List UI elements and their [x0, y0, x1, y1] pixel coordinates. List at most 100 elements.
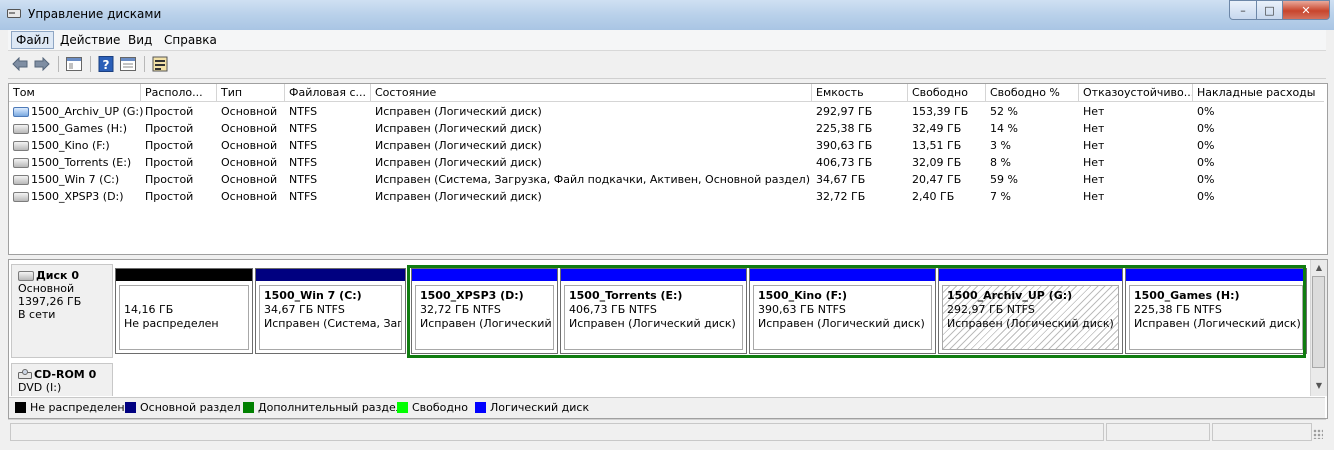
menu-file[interactable]: Файл	[11, 31, 55, 49]
status-pane-secondary	[1106, 423, 1210, 441]
column-header-filesystem[interactable]: Файловая с...	[285, 84, 371, 102]
column-header-fault-tolerance[interactable]: Отказоустойчиво...	[1079, 84, 1193, 102]
volume-icon	[13, 107, 29, 117]
volume-fault-tolerance: Нет	[1083, 156, 1105, 169]
help-icon[interactable]: ?	[96, 55, 116, 73]
table-row[interactable]: 1500_Win 7 (C:) Простой Основной NTFS Исправ…	[9, 171, 1325, 188]
table-row[interactable]: 1500_Torrents (E:) Простой Основной NTFS Исп…	[9, 154, 1325, 171]
volume-overhead: 0%	[1197, 105, 1215, 118]
volume-name: 1500_XPSP3 (D:)	[13, 188, 124, 205]
disk0-name: Диск 0	[36, 269, 79, 282]
scroll-down-arrow-icon[interactable]: ▼	[1313, 381, 1325, 393]
legend-label: Не распределен	[30, 401, 125, 414]
volume-type: Основной	[221, 139, 278, 152]
table-row[interactable]: 1500_Kino (F:) Простой Основной NTFS Исправе…	[9, 137, 1325, 154]
column-header-free-percent[interactable]: Свободно %	[986, 84, 1079, 102]
column-header-volume[interactable]: Том	[9, 84, 141, 102]
disk0-label[interactable]: Диск 0 Основной 1397,26 ГБ В сети	[11, 264, 113, 358]
table-row[interactable]: 1500_Archiv_UP (G:) Простой Основной NTFS Ис…	[9, 103, 1325, 120]
legend-swatch	[243, 402, 254, 413]
table-row[interactable]: 1500_Games (H:) Простой Основной NTFS Исправ…	[9, 120, 1325, 137]
resize-grip[interactable]	[1313, 429, 1323, 439]
volume-free: 153,39 ГБ	[912, 105, 969, 118]
volume-filesystem: NTFS	[289, 105, 318, 118]
graphical-view-scrollbar[interactable]: ▲ ▼	[1310, 260, 1327, 396]
toolbar-separator	[90, 56, 91, 72]
volume-icon	[13, 192, 29, 202]
volume-overhead: 0%	[1197, 190, 1215, 203]
menu-action[interactable]: Действие	[56, 32, 124, 48]
partition-body: 14,16 ГБ Не распределен	[119, 285, 249, 350]
legend-item: Дополнительный раздел	[243, 401, 403, 414]
partition-name: 1500_Win 7 (C:)	[264, 289, 362, 302]
volume-filesystem: NTFS	[289, 122, 318, 135]
column-header-layout[interactable]: Располо...	[141, 84, 217, 102]
volume-icon	[13, 141, 29, 151]
column-header-status[interactable]: Состояние	[371, 84, 812, 102]
disk0-size: 1397,26 ГБ	[18, 295, 82, 308]
partition-c[interactable]: 1500_Win 7 (C:) 34,67 ГБ NTFS Исправен (Си…	[255, 268, 406, 354]
volume-name: 1500_Win 7 (C:)	[13, 171, 119, 188]
volume-free-percent: 52 %	[990, 105, 1018, 118]
column-header-free[interactable]: Свободно	[908, 84, 986, 102]
table-row[interactable]: 1500_XPSP3 (D:) Простой Основной NTFS Исправ…	[9, 188, 1325, 205]
volume-type: Основной	[221, 173, 278, 186]
menu-bar: Файл Действие Вид Справка	[8, 30, 1326, 51]
forward-arrow-icon[interactable]	[32, 55, 52, 73]
status-bar	[8, 419, 1326, 442]
volume-filesystem: NTFS	[289, 173, 318, 186]
cdrom0-label[interactable]: CD-ROM 0 DVD (I:)	[11, 363, 113, 396]
volume-status: Исправен (Система, Загрузка, Файл подкач…	[375, 173, 810, 186]
partition-size: 34,67 ГБ NTFS	[264, 303, 345, 316]
volume-layout: Простой	[145, 122, 194, 135]
volume-capacity: 32,72 ГБ	[816, 190, 866, 203]
minimize-button[interactable]: –	[1229, 0, 1257, 20]
partition-size: 14,16 ГБ	[124, 303, 174, 316]
volume-free-percent: 8 %	[990, 156, 1011, 169]
partition-color-strip	[116, 269, 252, 281]
volume-status: Исправен (Логический диск)	[375, 190, 542, 203]
close-button[interactable]: ✕	[1283, 0, 1330, 20]
maximize-button[interactable]: □	[1257, 0, 1283, 20]
legend-item: Основной раздел	[125, 401, 241, 414]
volume-status: Исправен (Логический диск)	[375, 156, 542, 169]
volume-name-text: 1500_Torrents (E:)	[31, 156, 132, 169]
menu-view[interactable]: Вид	[124, 32, 156, 48]
volume-layout: Простой	[145, 139, 194, 152]
volume-capacity: 34,67 ГБ	[816, 173, 866, 186]
properties-icon[interactable]	[118, 55, 138, 73]
volume-status: Исправен (Логический диск)	[375, 122, 542, 135]
partition-unallocated[interactable]: 14,16 ГБ Не распределен	[115, 268, 253, 354]
scroll-thumb[interactable]	[1312, 276, 1325, 368]
column-header-overhead[interactable]: Накладные расходы	[1193, 84, 1324, 102]
volume-layout: Простой	[145, 156, 194, 169]
show-hide-tree-icon[interactable]	[64, 55, 84, 73]
scroll-up-arrow-icon[interactable]: ▲	[1313, 263, 1325, 275]
volume-icon	[13, 158, 29, 168]
volume-fault-tolerance: Нет	[1083, 105, 1105, 118]
volume-status: Исправен (Логический диск)	[375, 105, 542, 118]
volume-filesystem: NTFS	[289, 190, 318, 203]
volume-filesystem: NTFS	[289, 156, 318, 169]
menu-help[interactable]: Справка	[160, 32, 221, 48]
legend-item: Не распределен	[15, 401, 125, 414]
volume-free: 20,47 ГБ	[912, 173, 962, 186]
back-arrow-icon[interactable]	[10, 55, 30, 73]
column-header-type[interactable]: Тип	[217, 84, 285, 102]
volume-capacity: 292,97 ГБ	[816, 105, 873, 118]
volume-capacity: 406,73 ГБ	[816, 156, 873, 169]
legend-swatch	[475, 402, 486, 413]
volume-layout: Простой	[145, 173, 194, 186]
legend-swatch	[397, 402, 408, 413]
volume-name: 1500_Archiv_UP (G:)	[13, 103, 143, 120]
volume-fault-tolerance: Нет	[1083, 139, 1105, 152]
rescan-disks-icon[interactable]	[150, 55, 170, 73]
hard-disk-icon	[18, 270, 34, 281]
cd-rom-icon	[18, 368, 32, 379]
volume-type: Основной	[221, 190, 278, 203]
column-header-capacity[interactable]: Емкость	[812, 84, 908, 102]
volume-status: Исправен (Логический диск)	[375, 139, 542, 152]
partition-body: 1500_Win 7 (C:) 34,67 ГБ NTFS Исправен (Си…	[259, 285, 402, 350]
cdrom0-drive: DVD (I:)	[18, 381, 62, 394]
volume-fault-tolerance: Нет	[1083, 173, 1105, 186]
